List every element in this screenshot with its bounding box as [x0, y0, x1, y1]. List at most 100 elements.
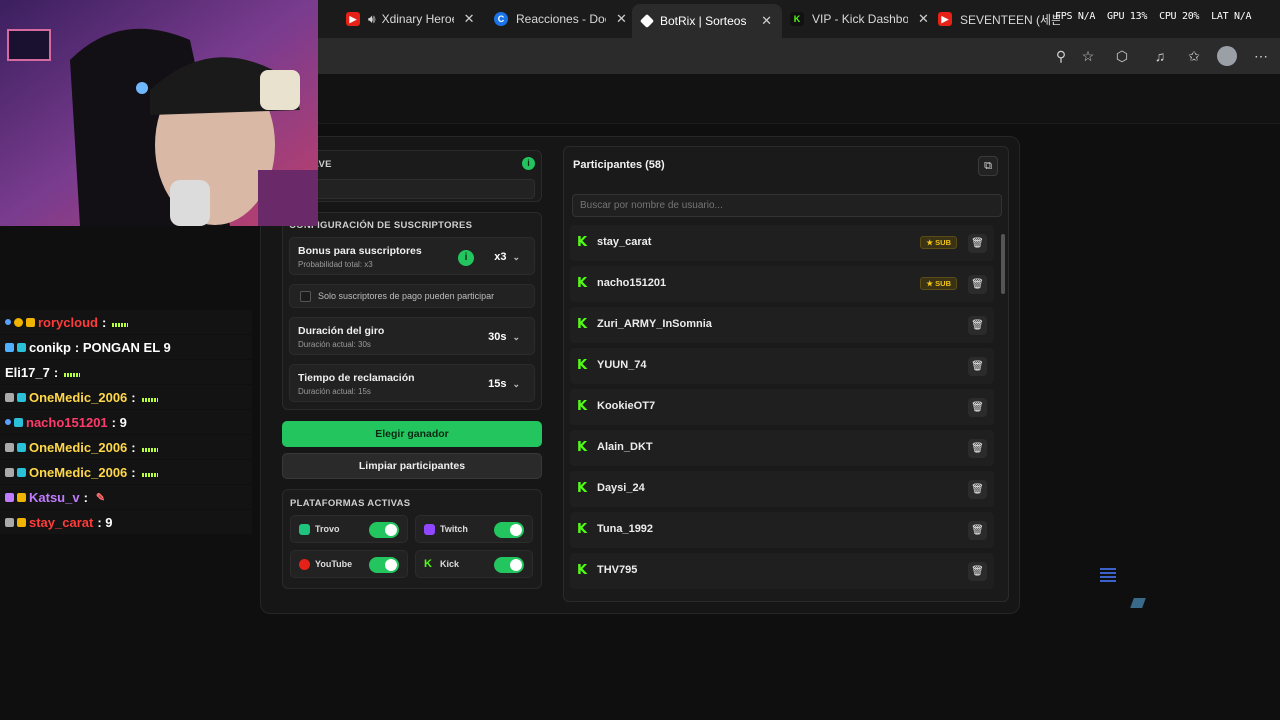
list-item: K YUUN_74 🗑︎	[570, 348, 994, 384]
scrollbar-thumb[interactable]	[1001, 234, 1005, 294]
chevron-down-icon: ⌄	[512, 331, 520, 342]
media-icon[interactable]: ♫	[1151, 47, 1169, 65]
kick-icon: K	[577, 399, 588, 414]
performance-overlay: FPS N/A GPU 13% CPU 20% LAT N/A	[1055, 11, 1263, 22]
only-paid-label: Solo suscriptores de pago pueden partici…	[318, 291, 495, 301]
tab-seventeen[interactable]: ▶ SEVENTEEN (세븐틴)	[928, 4, 1070, 34]
bonus-row: Bonus para suscriptores Probabilidad tot…	[289, 237, 535, 275]
youtube-icon: ▶	[346, 12, 360, 26]
trash-icon[interactable]: 🗑︎	[968, 316, 987, 335]
c-icon: C	[494, 12, 508, 26]
bonus-select[interactable]: x3 ⌄	[488, 246, 526, 268]
pick-winner-button[interactable]: Elegir ganador	[282, 421, 542, 447]
platform-label: Twitch	[440, 524, 468, 534]
chat-username: conikp	[29, 339, 71, 355]
extensions-icon[interactable]: ⬡	[1113, 47, 1131, 65]
chat-username: OneMedic_2006	[29, 464, 128, 480]
trash-icon[interactable]: 🗑︎	[968, 398, 987, 417]
info-icon[interactable]: i	[522, 157, 535, 170]
decoration-icon	[1100, 566, 1116, 582]
participant-name: Daysi_24	[597, 482, 645, 494]
kick-icon: K	[577, 235, 588, 250]
participants-panel: Participantes (58) ⧉ K stay_carat ★ SUB …	[563, 146, 1009, 602]
kick-icon: K	[577, 522, 588, 537]
tab-label: Xdinary Heroes	[381, 12, 454, 26]
list-item: K Alain_DKT 🗑︎	[570, 430, 994, 466]
kick-icon: K	[790, 12, 804, 26]
zoom-icon[interactable]: ⚲	[1052, 47, 1070, 65]
kick-toggle[interactable]	[494, 557, 524, 573]
participant-scrollbar[interactable]	[1001, 229, 1005, 599]
kick-icon: K	[424, 558, 432, 570]
youtube-toggle[interactable]	[369, 557, 399, 573]
speaker-icon: 🔊︎	[368, 11, 376, 26]
only-paid-row[interactable]: Solo suscriptores de pago pueden partici…	[289, 284, 535, 308]
chat-username: nacho151201	[26, 414, 108, 430]
participant-name: Alain_DKT	[597, 441, 653, 453]
clear-participants-button[interactable]: Limpiar participantes	[282, 453, 542, 479]
chat-message: Eli17_7 :	[0, 360, 252, 384]
kick-icon: K	[577, 440, 588, 455]
chat-username: Eli17_7	[5, 364, 50, 380]
emote-icon	[141, 398, 158, 402]
platform-label: Kick	[440, 559, 460, 569]
chat-text: :	[131, 464, 136, 480]
sub-badge-label: SUB	[935, 238, 951, 247]
badge-icon	[14, 417, 23, 427]
webcam-feed-illustration	[0, 0, 318, 226]
participant-name: YUUN_74	[597, 359, 647, 371]
badge-icon	[14, 317, 23, 327]
list-item: K Daysi_24 🗑︎	[570, 471, 994, 507]
trash-icon[interactable]: 🗑︎	[968, 562, 987, 581]
trash-icon[interactable]: 🗑︎	[968, 357, 987, 376]
chat-message: OneMedic_2006 :	[0, 385, 252, 409]
tab-label: BotRix | Sorteos	[660, 14, 747, 28]
participant-name: nacho151201	[597, 277, 667, 289]
tab-xdinary[interactable]: ▶ 🔊︎ Xdinary Heroes ✕	[336, 4, 484, 34]
spin-select[interactable]: 30s ⌄	[482, 326, 526, 348]
platform-trovo: Trovo	[290, 515, 408, 543]
emote-icon	[64, 373, 81, 377]
close-icon[interactable]: ✕	[761, 13, 772, 29]
info-icon[interactable]: i	[458, 250, 474, 266]
trash-icon[interactable]: 🗑︎	[968, 480, 987, 499]
list-item: K THV795 🗑︎	[570, 553, 994, 589]
only-paid-checkbox[interactable]	[300, 291, 311, 302]
badge-icon	[5, 442, 14, 452]
platforms-title: PLATAFORMAS ACTIVAS	[290, 498, 411, 509]
favorite-star-icon[interactable]: ☆	[1079, 47, 1097, 65]
claim-subtitle: Duración actual: 15s	[298, 387, 371, 396]
close-icon[interactable]: ✕	[464, 11, 475, 27]
badge-icon	[5, 319, 11, 325]
tab-botrix[interactable]: BotRix | Sorteos ✕	[632, 4, 782, 38]
copy-icon[interactable]: ⧉	[978, 156, 998, 176]
chat-message: conikp : PONGAN EL 9	[0, 335, 252, 359]
chat-message: OneMedic_2006 :	[0, 460, 252, 484]
webcam-overlay	[0, 0, 318, 226]
twitch-toggle[interactable]	[494, 522, 524, 538]
participant-search-input[interactable]	[572, 194, 1002, 217]
favorites-icon[interactable]: ✩	[1185, 47, 1203, 65]
list-item: K nacho151201 ★ SUB 🗑︎	[570, 266, 994, 302]
trovo-icon	[299, 524, 310, 535]
tab-kick[interactable]: K VIP - Kick Dashboa ✕	[780, 4, 939, 34]
more-icon[interactable]: ⋯	[1252, 47, 1270, 65]
badge-icon	[26, 317, 35, 327]
trash-icon[interactable]: 🗑︎	[968, 234, 987, 253]
claim-select[interactable]: 15s ⌄	[482, 373, 526, 395]
emote-icon	[141, 473, 158, 477]
sub-badge: ★ SUB	[920, 277, 957, 290]
tab-reacciones[interactable]: C Reacciones - Doc ✕	[484, 4, 637, 34]
twitch-icon	[424, 524, 435, 535]
chat-message: Katsu_v : ✎	[0, 485, 252, 509]
trash-icon[interactable]: 🗑︎	[968, 439, 987, 458]
kick-icon: K	[577, 317, 588, 332]
trash-icon[interactable]: 🗑︎	[968, 521, 987, 540]
profile-avatar[interactable]	[1217, 46, 1237, 66]
cpu-readout: CPU 20%	[1159, 11, 1200, 22]
close-icon[interactable]: ✕	[616, 11, 627, 27]
bonus-value: x3	[494, 251, 507, 263]
keyword-input[interactable]	[289, 179, 535, 199]
trovo-toggle[interactable]	[369, 522, 399, 538]
trash-icon[interactable]: 🗑︎	[968, 275, 987, 294]
